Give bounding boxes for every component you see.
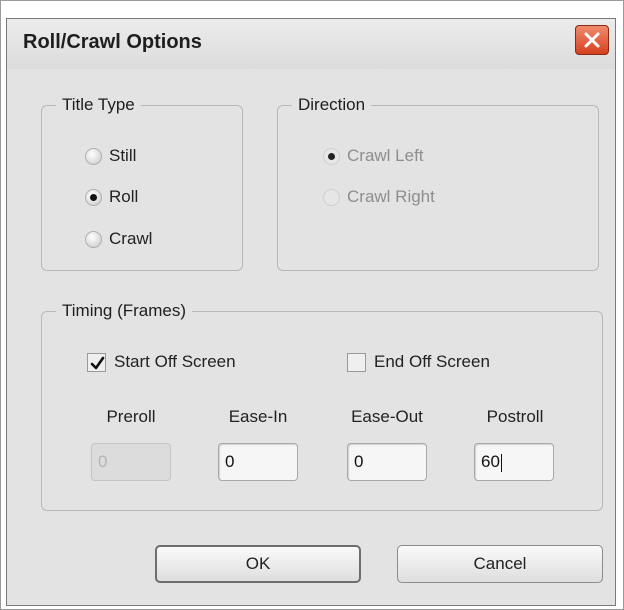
ease-in-input[interactable]: 0 (218, 443, 298, 481)
ease-in-value: 0 (225, 452, 235, 471)
radio-still-button[interactable] (85, 147, 102, 165)
timing-legend: Timing (Frames) (62, 301, 187, 320)
text-caret (500, 453, 502, 472)
postroll-input[interactable]: 60 (474, 443, 554, 481)
ease-in-label: Ease-In (228, 407, 288, 426)
cancel-button[interactable]: Cancel (397, 545, 603, 583)
close-button[interactable] (575, 25, 609, 55)
radio-roll[interactable]: Roll (85, 185, 138, 209)
direction-legend: Direction (298, 95, 366, 114)
roll-crawl-options-dialog: Roll/Crawl Options Title Type Still Roll… (6, 18, 616, 606)
start-off-screen-check[interactable] (87, 352, 106, 372)
radio-crawl-right-label: Crawl Right (347, 187, 435, 206)
radio-crawl-label: Crawl (109, 229, 153, 248)
radio-crawl-right[interactable]: Crawl Right (323, 185, 435, 209)
end-off-screen-check[interactable] (347, 352, 366, 372)
radio-roll-label: Roll (109, 187, 139, 206)
checkmark-icon (90, 356, 105, 369)
ease-out-value: 0 (354, 452, 364, 471)
title-type-legend: Title Type (62, 95, 135, 114)
end-off-screen-label: End Off Screen (374, 352, 490, 371)
preroll-value: 0 (98, 452, 108, 471)
radio-roll-button[interactable] (85, 188, 102, 206)
title-bar: Roll/Crawl Options (7, 19, 615, 69)
postroll-label: Postroll (486, 407, 544, 426)
radio-still-label: Still (109, 146, 137, 165)
radio-crawl-left[interactable]: Crawl Left (323, 144, 424, 168)
ease-out-input[interactable]: 0 (347, 443, 427, 481)
dialog-title: Roll/Crawl Options (23, 31, 202, 53)
radio-crawl-button[interactable] (85, 230, 102, 248)
preroll-label: Preroll (106, 407, 156, 426)
radio-still[interactable]: Still (85, 144, 136, 168)
radio-crawl-right-button[interactable] (323, 188, 340, 206)
ok-button[interactable]: OK (155, 545, 361, 583)
preroll-input[interactable]: 0 (91, 443, 171, 481)
postroll-value: 60 (481, 452, 500, 471)
close-x-icon (584, 32, 600, 48)
radio-crawl-left-label: Crawl Left (347, 146, 424, 165)
radio-crawl-left-button[interactable] (323, 147, 340, 165)
start-off-screen-label: Start Off Screen (114, 352, 236, 371)
end-off-screen-checkbox[interactable]: End Off Screen (347, 349, 490, 375)
radio-crawl[interactable]: Crawl (85, 227, 152, 251)
direction-group: Direction (277, 95, 599, 271)
ease-out-label: Ease-Out (351, 407, 423, 426)
start-off-screen-checkbox[interactable]: Start Off Screen (87, 349, 236, 375)
